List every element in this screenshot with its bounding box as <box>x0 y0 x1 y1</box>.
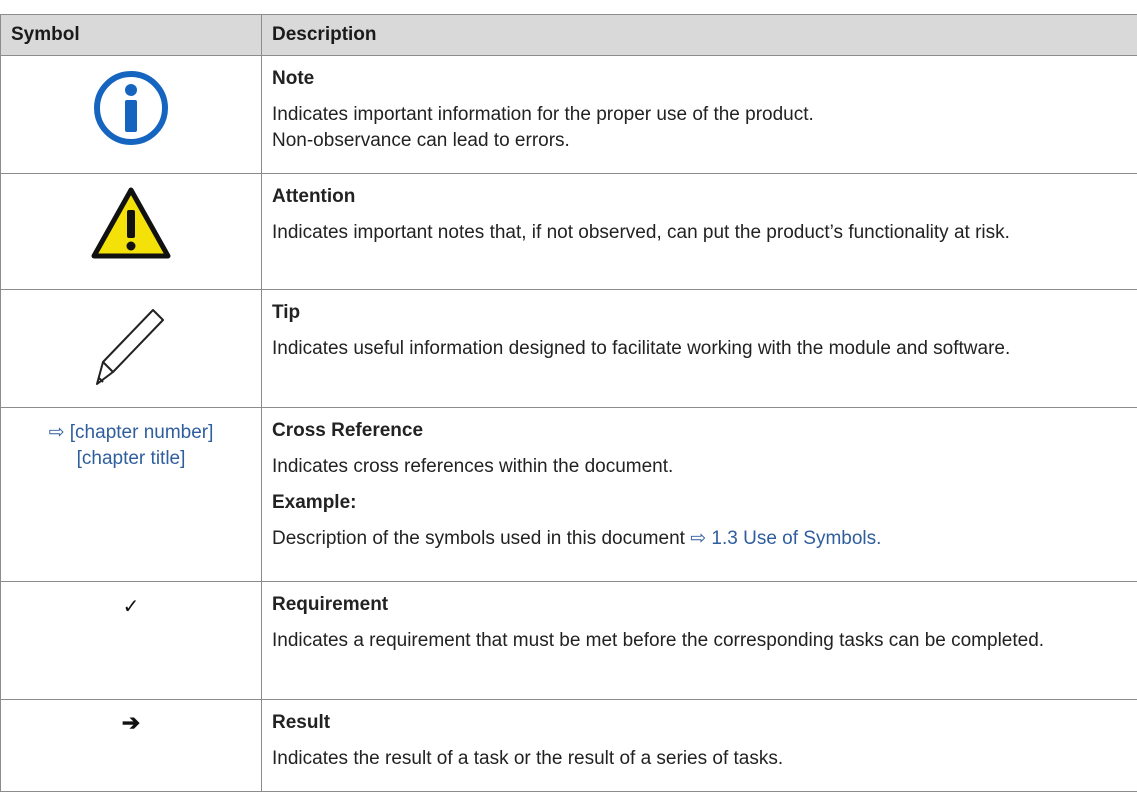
row-text: Indicates important notes that, if not o… <box>272 222 1010 243</box>
arrow-right-icon: ➔ <box>121 710 141 735</box>
table-row-requirement: ✓ Requirement Indicates a requirement th… <box>0 581 1137 700</box>
table-row-note: Note Indicates important information for… <box>0 55 1137 174</box>
info-icon <box>91 68 171 153</box>
symbol-cell <box>0 173 262 290</box>
row-title: Note <box>272 68 315 89</box>
row-text: Indicates a requirement that must be met… <box>272 630 1045 651</box>
table-header-row: Symbol Description <box>0 14 1137 56</box>
table-row-result: ➔ Result Indicates the result of a task … <box>0 699 1137 792</box>
row-text: Indicates the result of a task or the re… <box>272 748 784 769</box>
example-text-body: Description of the symbols used in this … <box>272 528 691 549</box>
symbol-cell: ➔ <box>0 699 262 792</box>
cross-reference-symbol-line: ⇨ [chapter number] <box>48 422 214 443</box>
row-text-line: Non-observance can lead to errors. <box>272 130 570 151</box>
table-row-tip: Tip Indicates useful information designe… <box>0 289 1137 408</box>
table-row-attention: Attention Indicates important notes that… <box>0 173 1137 290</box>
pencil-icon <box>91 304 171 395</box>
description-cell: Tip Indicates useful information designe… <box>261 289 1137 408</box>
row-title: Requirement <box>272 594 389 615</box>
description-cell: Cross Reference Indicates cross referenc… <box>261 407 1137 582</box>
description-cell: Attention Indicates important notes that… <box>261 173 1137 290</box>
warning-icon <box>90 186 172 265</box>
description-cell: Result Indicates the result of a task or… <box>261 699 1137 792</box>
example-text: Description of the symbols used in this … <box>272 526 1125 552</box>
row-title: Tip <box>272 302 301 323</box>
checkmark-icon: ✓ <box>122 596 140 618</box>
symbol-cell <box>0 55 262 174</box>
example-label: Example: <box>272 492 357 513</box>
cross-reference-symbol-line: [chapter title] <box>76 448 186 469</box>
symbol-column-header: Symbol <box>0 14 262 56</box>
row-text-line: Indicates important information for the … <box>272 104 814 125</box>
symbol-cell <box>0 289 262 408</box>
description-cell: Requirement Indicates a requirement that… <box>261 581 1137 700</box>
description-column-header: Description <box>261 14 1137 56</box>
row-title: Result <box>272 712 331 733</box>
cross-reference-symbol: ⇨ [chapter number] [chapter title] <box>1 408 261 472</box>
row-text: Indicates cross references within the do… <box>272 456 674 477</box>
description-cell: Note Indicates important information for… <box>261 55 1137 174</box>
cross-reference-link[interactable]: ⇨ 1.3 Use of Symbols. <box>690 528 881 549</box>
row-title: Cross Reference <box>272 420 424 441</box>
symbol-cell: ✓ <box>0 581 262 700</box>
row-title: Attention <box>272 186 356 207</box>
symbols-table: Symbol Description Note Indicates import… <box>0 14 1137 792</box>
symbol-cell: ⇨ [chapter number] [chapter title] <box>0 407 262 582</box>
table-row-cross-reference: ⇨ [chapter number] [chapter title] Cross… <box>0 407 1137 582</box>
row-text: Indicates useful information designed to… <box>272 338 1011 359</box>
row-text: Indicates important information for the … <box>272 102 1125 154</box>
